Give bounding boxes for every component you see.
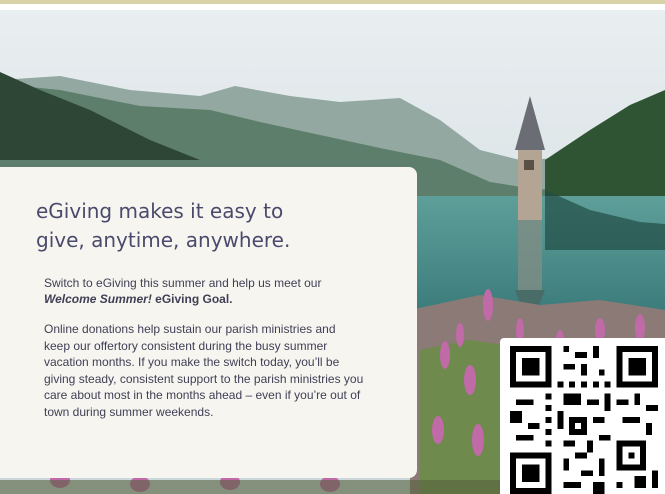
egiving-headline: eGiving makes it easy to give, anytime, …	[36, 199, 291, 252]
qr-code-icon	[510, 346, 658, 494]
egiving-info-card: eGiving makes it easy to give, anytime, …	[0, 167, 417, 478]
body-paragraph: Online donations help sustain our parish…	[44, 322, 364, 419]
goal-italic: Welcome Summer!	[44, 292, 152, 306]
qr-code[interactable]	[500, 338, 665, 494]
intro-paragraph: Switch to eGiving this summer and help u…	[44, 275, 399, 307]
intro-line: Switch to eGiving this summer and help u…	[44, 276, 322, 290]
top-accent-strip	[0, 0, 665, 4]
goal-rest: eGiving Goal.	[151, 292, 233, 306]
egiving-goal: Welcome Summer! eGiving Goal.	[44, 292, 233, 306]
